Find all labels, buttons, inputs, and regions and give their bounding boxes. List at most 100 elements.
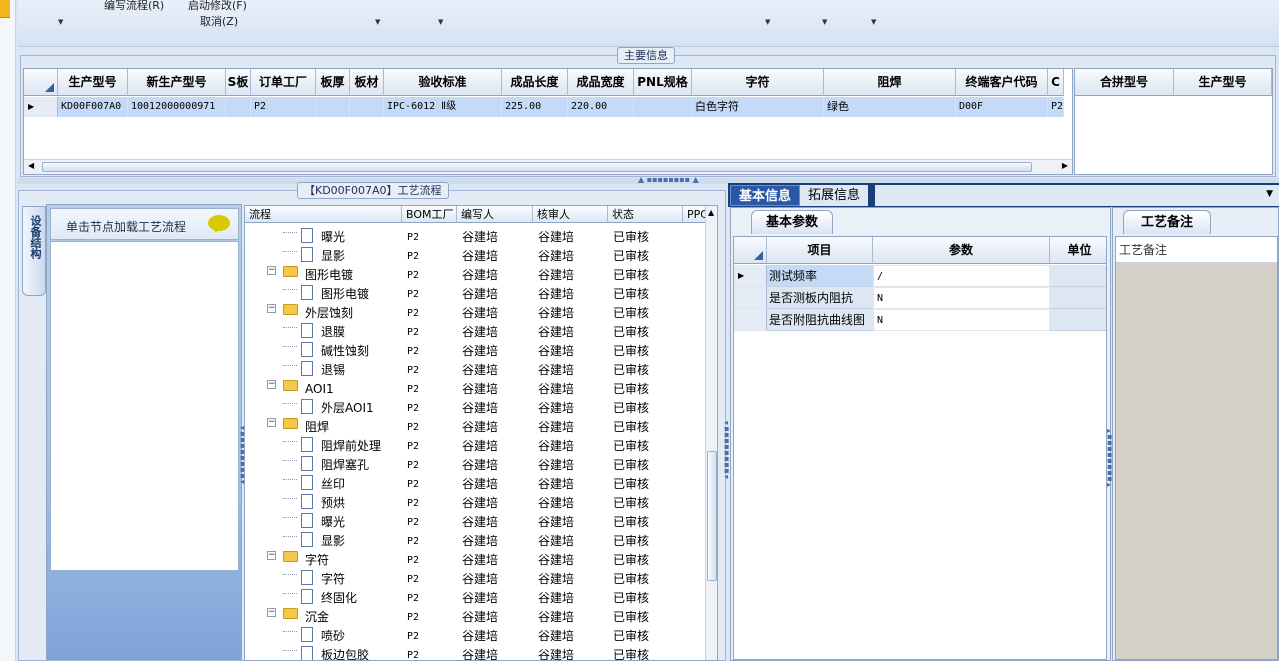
param-value[interactable]: N bbox=[873, 309, 1050, 331]
main-row-cell[interactable]: P2 bbox=[251, 97, 316, 117]
param-value[interactable]: / bbox=[873, 265, 1050, 287]
flow-tree-row[interactable]: − 外层蚀刻 P2 谷建培 谷建培 已审核 bbox=[245, 304, 705, 323]
flow-tree-row[interactable]: 丝印 P2 谷建培 谷建培 已审核 bbox=[245, 475, 705, 494]
merge-model-grid[interactable]: 合拼型号 生产型号 bbox=[1074, 68, 1273, 175]
main-col-header[interactable]: 终端客户代码 bbox=[956, 69, 1048, 96]
param-row[interactable]: 是否附阻抗曲线图 N bbox=[734, 309, 1106, 331]
main-row-cell[interactable]: 绿色 bbox=[824, 97, 956, 117]
cancel-menu[interactable]: 取消(Z) bbox=[200, 13, 238, 29]
param-column-header[interactable]: 参数 bbox=[873, 237, 1050, 264]
flow-tree-row[interactable]: 板边包胶 P2 谷建培 谷建培 已审核 bbox=[245, 646, 705, 660]
flow-tree-row[interactable]: 退膜 P2 谷建培 谷建培 已审核 bbox=[245, 323, 705, 342]
dropdown-arrow-icon[interactable]: ▼ bbox=[438, 18, 443, 26]
main-row-cell[interactable] bbox=[316, 97, 350, 117]
main-col-header[interactable]: 生产型号 bbox=[58, 69, 128, 96]
merge-model-header[interactable]: 合拼型号 bbox=[1075, 69, 1174, 96]
main-row-cell[interactable] bbox=[226, 97, 251, 117]
main-row-cell[interactable]: D00F bbox=[956, 97, 1048, 117]
flow-tree-row[interactable]: 曝光 P2 谷建培 谷建培 已审核 bbox=[245, 513, 705, 532]
main-col-header[interactable]: 验收标准 bbox=[384, 69, 502, 96]
flow-tree-row[interactable]: − 图形电镀 P2 谷建培 谷建培 已审核 bbox=[245, 266, 705, 285]
flow-tree-row[interactable]: 预烘 P2 谷建培 谷建培 已审核 bbox=[245, 494, 705, 513]
tab-basic-info[interactable]: 基本信息 bbox=[730, 185, 801, 206]
main-col-header[interactable]: 板材 bbox=[350, 69, 384, 96]
scroll-left-icon[interactable]: ◀ bbox=[28, 161, 34, 170]
dropdown-arrow-icon[interactable]: ▼ bbox=[375, 18, 380, 26]
item-column-header[interactable]: 项目 bbox=[767, 237, 873, 264]
scroll-thumb[interactable] bbox=[707, 451, 717, 581]
dropdown-arrow-icon[interactable]: ▼ bbox=[871, 18, 876, 26]
main-row-cell[interactable]: P2 bbox=[1048, 97, 1064, 117]
flow-col-header[interactable]: 状态 bbox=[608, 206, 683, 223]
tab-extended-info[interactable]: 拓展信息 bbox=[800, 185, 869, 206]
flow-tree-row[interactable]: 碱性蚀刻 P2 谷建培 谷建培 已审核 bbox=[245, 342, 705, 361]
param-row[interactable]: ▶ 测试频率 / bbox=[734, 265, 1106, 287]
main-row-cell[interactable]: KD00F007A0 bbox=[58, 97, 128, 117]
tab-basic-params[interactable]: 基本参数 bbox=[751, 210, 833, 234]
dropdown-arrow-icon[interactable]: ▼ bbox=[58, 18, 63, 26]
main-row-cell[interactable]: IPC-6012 Ⅱ级 bbox=[384, 97, 502, 117]
flow-tree-row[interactable]: 字符 P2 谷建培 谷建培 已审核 bbox=[245, 570, 705, 589]
equipment-structure-tab[interactable]: 设备结构 bbox=[22, 206, 46, 296]
flow-tree-row[interactable]: − AOI1 P2 谷建培 谷建培 已审核 bbox=[245, 380, 705, 399]
edit-flow-menu[interactable]: 编写流程(R) bbox=[104, 0, 164, 13]
flow-tree-row[interactable]: − 沉金 P2 谷建培 谷建培 已审核 bbox=[245, 608, 705, 627]
process-note-area[interactable]: 工艺备注 bbox=[1115, 236, 1278, 660]
param-unit[interactable] bbox=[1050, 287, 1106, 309]
main-row-cell[interactable] bbox=[634, 97, 692, 117]
scroll-thumb[interactable] bbox=[42, 162, 1032, 172]
param-unit[interactable] bbox=[1050, 309, 1106, 331]
main-row-cell[interactable] bbox=[350, 97, 384, 117]
flow-tree-row[interactable]: 曝光 P2 谷建培 谷建培 已审核 bbox=[245, 228, 705, 247]
main-col-header[interactable]: PNL规格 bbox=[634, 69, 692, 96]
main-row-cell[interactable]: 220.00 bbox=[568, 97, 634, 117]
flow-tree-row[interactable]: 图形电镀 P2 谷建培 谷建培 已审核 bbox=[245, 285, 705, 304]
main-row-cell[interactable]: 225.00 bbox=[502, 97, 568, 117]
flow-col-header[interactable]: 流程 bbox=[245, 206, 402, 223]
flow-tree-row[interactable]: − 阻焊 P2 谷建培 谷建培 已审核 bbox=[245, 418, 705, 437]
params-grid[interactable]: 项目 参数 单位 ▶ 测试频率 / 是否测板内阻抗 N 是否附阻抗曲线图 N bbox=[733, 236, 1107, 660]
collapse-handle-icon[interactable]: ▸ ▪ ▪ ▪ ▪ ▪ ▪ ▪ ▪ ▸ bbox=[1107, 427, 1112, 489]
scroll-up-icon[interactable]: ▲ bbox=[708, 208, 714, 217]
main-col-header[interactable]: 订单工厂 bbox=[251, 69, 316, 96]
main-col-header[interactable]: C bbox=[1048, 69, 1064, 96]
flow-tree-row[interactable]: 显影 P2 谷建培 谷建培 已审核 bbox=[245, 532, 705, 551]
scroll-right-icon[interactable]: ▶ bbox=[1062, 161, 1068, 170]
unit-column-header[interactable]: 单位 bbox=[1050, 237, 1106, 264]
main-col-header[interactable]: 板厚 bbox=[316, 69, 350, 96]
main-col-header[interactable]: 字符 bbox=[692, 69, 824, 96]
flow-tree-row[interactable]: 退锡 P2 谷建培 谷建培 已审核 bbox=[245, 361, 705, 380]
flow-col-header[interactable]: BOM工厂 bbox=[402, 206, 457, 223]
flow-col-header[interactable]: 编写人 bbox=[457, 206, 533, 223]
flow-tree-row[interactable]: 显影 P2 谷建培 谷建培 已审核 bbox=[245, 247, 705, 266]
equipment-tree[interactable] bbox=[50, 241, 239, 571]
load-flow-hint-bar[interactable]: 单击节点加载工艺流程 bbox=[50, 208, 239, 240]
param-row[interactable]: 是否测板内阻抗 N bbox=[734, 287, 1106, 309]
start-modify-menu[interactable]: 启动修改(F) bbox=[188, 0, 247, 13]
flow-tree-row[interactable]: 阻焊前处理 P2 谷建培 谷建培 已审核 bbox=[245, 437, 705, 456]
flow-tree-row[interactable]: 终固化 P2 谷建培 谷建培 已审核 bbox=[245, 589, 705, 608]
flow-tree-row[interactable]: 外层AOI1 P2 谷建培 谷建培 已审核 bbox=[245, 399, 705, 418]
horizontal-scrollbar[interactable]: ◀ ▶ bbox=[24, 159, 1072, 174]
flow-tree-grid[interactable]: 流程 BOM工厂 编写人 核审人 状态 PPC 曝光 P2 谷建培 谷建培 已审核 显影 … bbox=[244, 205, 718, 661]
tab-menu-arrow-icon[interactable]: ▼ bbox=[1266, 189, 1273, 199]
param-value[interactable]: N bbox=[873, 287, 1050, 309]
flow-tree-row[interactable]: 喷砂 P2 谷建培 谷建培 已审核 bbox=[245, 627, 705, 646]
tab-process-note[interactable]: 工艺备注 bbox=[1123, 210, 1211, 234]
flow-tree-row[interactable]: 阻焊塞孔 P2 谷建培 谷建培 已审核 bbox=[245, 456, 705, 475]
param-unit[interactable] bbox=[1050, 265, 1106, 287]
main-col-header[interactable]: S板 bbox=[226, 69, 251, 96]
row-indicator-icon[interactable]: ▶ bbox=[24, 97, 58, 117]
collapse-handle-icon[interactable]: ◂ ▪ ▪ ▪ ▪ ▪ ▪ ▪ ▪ ◂ bbox=[724, 419, 729, 481]
production-model-header[interactable]: 生产型号 bbox=[1174, 69, 1272, 96]
dropdown-arrow-icon[interactable]: ▼ bbox=[765, 18, 770, 26]
main-row-cell[interactable]: 10012000000971 bbox=[128, 97, 226, 117]
main-info-grid[interactable]: 生产型号 新生产型号 S板 订单工厂 板厚 板材 验收标准 成品长度 成品宽度 PNL规格 字符 阻焊… bbox=[23, 68, 1073, 175]
main-col-header[interactable]: 阻焊 bbox=[824, 69, 956, 96]
main-col-header[interactable]: 新生产型号 bbox=[128, 69, 226, 96]
main-col-header[interactable]: 成品宽度 bbox=[568, 69, 634, 96]
vertical-scrollbar[interactable]: ▲ bbox=[705, 206, 717, 660]
flow-tree-row[interactable]: − 字符 P2 谷建培 谷建培 已审核 bbox=[245, 551, 705, 570]
flow-col-header[interactable]: 核审人 bbox=[533, 206, 608, 223]
main-row-cell[interactable]: 白色字符 bbox=[692, 97, 824, 117]
